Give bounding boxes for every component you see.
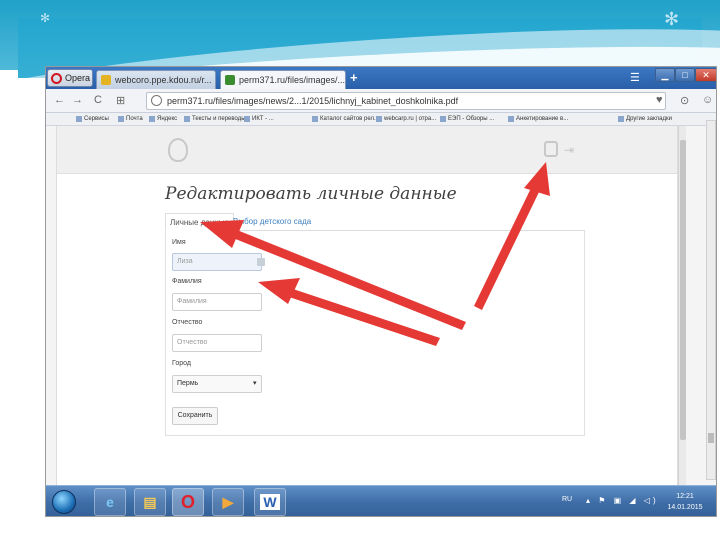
patronymic-label: Отчество bbox=[172, 319, 203, 326]
bookmark-item[interactable]: Яндекс bbox=[149, 116, 177, 122]
user-profile-icon[interactable] bbox=[544, 141, 558, 157]
site-header: ⇥ bbox=[57, 126, 677, 174]
minimize-button[interactable]: ▁ bbox=[655, 68, 675, 82]
clock-date: 14.01.2015 bbox=[667, 504, 703, 511]
slide-scrollbar[interactable] bbox=[706, 120, 716, 480]
profile-form: Имя Лиза Фамилия Фамилия Отчество Отчест… bbox=[165, 231, 585, 436]
bookmark-item[interactable]: Тексты и переводы... bbox=[184, 116, 251, 122]
address-bar-row: ← → C ⊞ perm371.ru/files/images/news/2..… bbox=[46, 89, 716, 113]
surname-label: Фамилия bbox=[172, 278, 202, 285]
city-value: Пермь bbox=[177, 380, 199, 387]
browser-screenshot: Opera webcoro.ppe.kdou.ru/r... ✕ perm371… bbox=[45, 66, 717, 517]
bookmark-item[interactable]: ИКТ - ... bbox=[244, 116, 274, 122]
presentation-slide: ✻ ✻ Opera webcoro.ppe.kdou.ru/r... ✕ per… bbox=[0, 0, 720, 540]
browser-tab-active[interactable]: perm371.ru/files/images/... ✕ bbox=[220, 70, 346, 89]
tray-icons[interactable]: ▴ ⚑ ▣ ◢ ◁) bbox=[586, 496, 659, 505]
patronymic-placeholder: Отчество bbox=[177, 339, 208, 346]
media-player-icon: ▶ bbox=[222, 493, 234, 510]
bookmark-icon bbox=[312, 116, 318, 122]
url-field[interactable]: perm371.ru/files/images/news/2...1/2015/… bbox=[146, 92, 666, 110]
bookmarks-bar: Сервисы Почта Яндекс Тексты и переводы..… bbox=[46, 113, 716, 126]
bookmark-item[interactable]: webcarp.ru | отра... bbox=[376, 116, 436, 122]
name-label: Имя bbox=[172, 239, 186, 246]
bookmark-item[interactable]: ЕЭП - Обзоры ... bbox=[440, 116, 494, 122]
taskbar-media-button[interactable]: ▶ bbox=[212, 488, 244, 516]
start-button[interactable] bbox=[52, 490, 76, 514]
name-field[interactable]: Лиза bbox=[172, 253, 265, 271]
url-text: perm371.ru/files/images/news/2...1/2015/… bbox=[167, 96, 459, 106]
folder-icon bbox=[618, 116, 624, 122]
profile-tabs: Личные данные Выбор детского сада bbox=[165, 213, 585, 231]
bookmark-item[interactable]: Анкетирование в... bbox=[508, 116, 568, 122]
browser-tab-label: webcoro.ppe.kdou.ru/r... bbox=[115, 75, 212, 85]
name-value: Лиза bbox=[177, 258, 193, 265]
site-info-icon[interactable] bbox=[151, 95, 162, 106]
city-select[interactable]: Пермь ▾ bbox=[172, 375, 262, 393]
bookmark-icon bbox=[244, 116, 250, 122]
internet-explorer-icon: e bbox=[106, 494, 114, 510]
forward-arrow-icon[interactable]: → bbox=[72, 94, 83, 106]
browser-tab[interactable]: webcoro.ppe.kdou.ru/r... ✕ bbox=[96, 70, 216, 89]
browser-tab-label: perm371.ru/files/images/... bbox=[239, 75, 346, 85]
autofill-icon bbox=[257, 258, 265, 266]
bookmark-item[interactable]: Почта bbox=[118, 116, 143, 122]
bookmark-item[interactable]: Другие закладки bbox=[618, 116, 672, 122]
snowflake-icon: ✻ bbox=[664, 9, 680, 29]
reload-icon[interactable]: C bbox=[94, 94, 102, 106]
close-window-button[interactable]: ✕ bbox=[695, 68, 716, 82]
download-icon[interactable]: ⊙ bbox=[680, 94, 689, 107]
bookmark-icon bbox=[118, 116, 124, 122]
bookmark-icon bbox=[376, 116, 382, 122]
taskbar-word-button[interactable]: W bbox=[254, 488, 286, 516]
clock-time: 12:21 bbox=[676, 493, 694, 500]
bookmark-item[interactable]: Каталог сайтов рел... bbox=[312, 116, 379, 122]
new-tab-button[interactable]: + bbox=[350, 70, 358, 85]
bookmark-icon bbox=[508, 116, 514, 122]
bookmark-icon bbox=[76, 116, 82, 122]
dropdown-caret-icon: ▾ bbox=[253, 380, 257, 387]
maximize-button[interactable]: □ bbox=[675, 68, 695, 82]
snowflake-icon: ✻ bbox=[40, 11, 51, 25]
heart-icon[interactable]: ♥ bbox=[656, 94, 663, 106]
opera-icon: O bbox=[180, 491, 195, 512]
taskbar-clock[interactable]: 12:21 14.01.2015 bbox=[661, 491, 709, 513]
browser-tab-bar: Opera webcoro.ppe.kdou.ru/r... ✕ perm371… bbox=[46, 67, 716, 89]
back-arrow-icon[interactable]: ← bbox=[54, 94, 65, 106]
taskbar-explorer-button[interactable]: ▤ bbox=[134, 488, 166, 516]
logout-icon[interactable]: ⇥ bbox=[564, 143, 574, 157]
surname-placeholder: Фамилия bbox=[177, 298, 207, 305]
slide-scroll-thumb[interactable] bbox=[708, 433, 714, 443]
scrollbar-thumb[interactable] bbox=[680, 140, 686, 440]
bookmark-icon bbox=[149, 116, 155, 122]
city-label: Город bbox=[172, 360, 191, 367]
word-icon: W bbox=[260, 494, 280, 510]
account-icon[interactable]: ☺ bbox=[702, 94, 713, 106]
taskbar-opera-button[interactable]: O bbox=[172, 488, 204, 516]
tab-personal-data[interactable]: Личные данные bbox=[165, 213, 234, 231]
language-indicator[interactable]: RU bbox=[562, 496, 572, 503]
patronymic-field[interactable]: Отчество bbox=[172, 334, 262, 352]
opera-menu-label: Opera bbox=[65, 73, 91, 83]
bookmark-icon bbox=[184, 116, 190, 122]
opera-logo-icon bbox=[51, 72, 62, 84]
folder-icon: ▤ bbox=[143, 493, 157, 510]
taskbar-ie-button[interactable]: e bbox=[94, 488, 126, 516]
web-page: ⇥ Редактировать личные данные Личные дан… bbox=[56, 126, 678, 506]
bookmark-item[interactable]: Сервисы bbox=[76, 116, 109, 122]
site-favicon-icon bbox=[101, 75, 111, 85]
bookmark-icon bbox=[440, 116, 446, 122]
site-logo-icon[interactable] bbox=[168, 138, 188, 162]
page-title: Редактировать личные данные bbox=[165, 184, 457, 204]
save-button[interactable]: Сохранить bbox=[172, 407, 218, 425]
page-scrollbar[interactable] bbox=[678, 126, 686, 506]
site-favicon-icon bbox=[225, 75, 235, 85]
tab-menu-icon[interactable]: ☰ bbox=[630, 71, 640, 84]
windows-taskbar: e ▤ O ▶ W RU ▴ ⚑ ▣ ◢ ◁) 12:21 14.01.2015 bbox=[46, 485, 716, 516]
tab-kindergarten-choice[interactable]: Выбор детского сада bbox=[233, 217, 311, 226]
speed-dial-icon[interactable]: ⊞ bbox=[116, 94, 125, 107]
surname-field[interactable]: Фамилия bbox=[172, 293, 262, 311]
opera-menu-button[interactable]: Opera bbox=[47, 69, 93, 87]
